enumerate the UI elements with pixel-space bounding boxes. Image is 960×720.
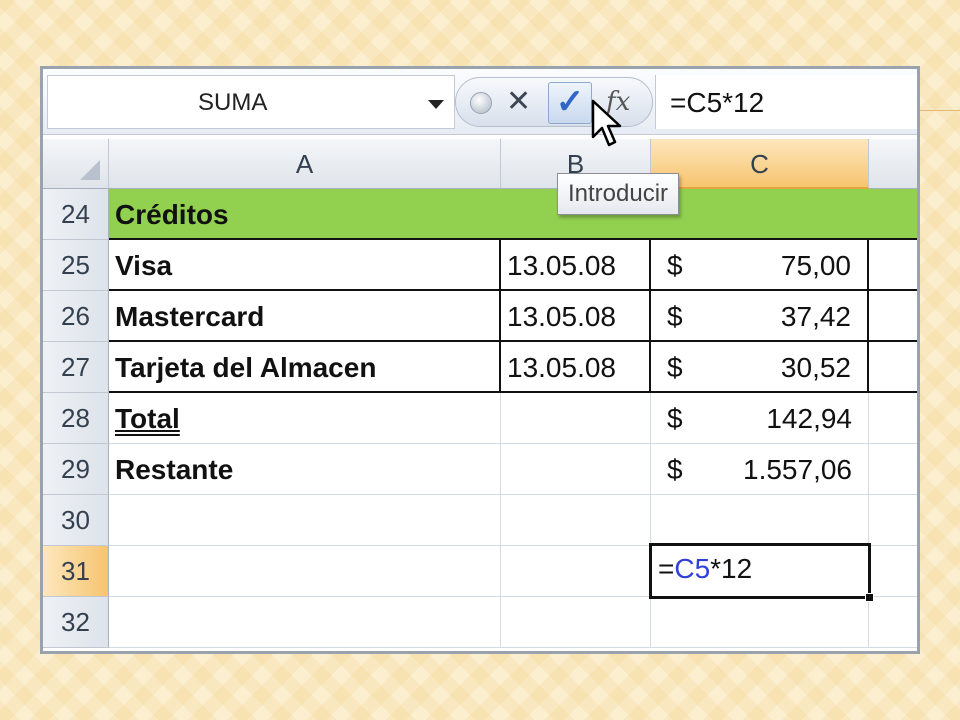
cell-c26[interactable]: $37,42 <box>651 291 869 342</box>
column-header-a[interactable]: A <box>109 139 501 189</box>
formula-bar: SUMA ✕ ✓ fx =C5*12 <box>43 69 917 135</box>
row-header-31[interactable]: 31 <box>43 546 109 597</box>
active-cell-c31[interactable]: =C5*12 <box>649 543 874 602</box>
active-cell-reference: C5 <box>674 553 711 584</box>
cell-b25[interactable]: 13.05.08 <box>501 240 651 291</box>
cell-b26[interactable]: 13.05.08 <box>501 291 651 342</box>
cell-a31[interactable] <box>109 546 501 597</box>
cell-a29[interactable]: Restante <box>109 444 501 495</box>
cell-c26-value: 37,42 <box>780 301 851 332</box>
row-header-26[interactable]: 26 <box>43 291 109 342</box>
cell-a25[interactable]: Visa <box>109 240 501 291</box>
currency-symbol: $ <box>667 352 683 383</box>
formula-buttons-group: ✕ ✓ fx <box>455 77 653 127</box>
cell-b27[interactable]: 13.05.08 <box>501 342 651 393</box>
cancel-button[interactable]: ✕ <box>506 84 531 120</box>
cell-a24[interactable]: Créditos <box>109 189 917 240</box>
cell-a28-text: Total <box>115 403 180 434</box>
row-header-27[interactable]: 27 <box>43 342 109 393</box>
cell-d28[interactable] <box>869 393 917 444</box>
chevron-down-icon[interactable] <box>428 100 444 109</box>
formula-input[interactable]: =C5*12 <box>655 75 917 129</box>
mouse-pointer-icon <box>591 99 622 147</box>
cell-c30[interactable] <box>651 495 869 546</box>
cell-c25-value: 75,00 <box>780 250 851 281</box>
cell-d27[interactable] <box>869 342 917 393</box>
cell-b29[interactable] <box>501 444 651 495</box>
cell-a27-text: Tarjeta del Almacen <box>115 352 377 383</box>
resize-handle-icon[interactable] <box>470 92 492 114</box>
cell-d30[interactable] <box>869 495 917 546</box>
active-cell-equals: = <box>658 553 675 584</box>
cell-b31[interactable] <box>501 546 651 597</box>
cell-a30[interactable] <box>109 495 501 546</box>
row-header-32[interactable]: 32 <box>43 597 109 648</box>
cell-d32[interactable] <box>869 597 917 648</box>
cell-a28[interactable]: Total <box>109 393 501 444</box>
select-all-icon <box>80 160 100 180</box>
cell-a24-text: Créditos <box>115 199 229 230</box>
cell-d26[interactable] <box>869 291 917 342</box>
cell-a26[interactable]: Mastercard <box>109 291 501 342</box>
cell-a27[interactable]: Tarjeta del Almacen <box>109 342 501 393</box>
cell-b27-text: 13.05.08 <box>507 352 616 383</box>
row-header-30[interactable]: 30 <box>43 495 109 546</box>
fill-handle[interactable] <box>865 593 874 602</box>
cell-c27-value: 30,52 <box>780 352 851 383</box>
cell-c32[interactable] <box>651 597 869 648</box>
slide-decoration-line <box>918 110 960 111</box>
cell-a29-text: Restante <box>115 454 234 485</box>
cell-b25-text: 13.05.08 <box>507 250 616 281</box>
name-box-value: SUMA <box>198 89 268 116</box>
cell-c29[interactable]: $1.557,06 <box>651 444 869 495</box>
currency-symbol: $ <box>667 301 683 332</box>
excel-window: SUMA ✕ ✓ fx =C5*12 A B C 24 Créditos 25 … <box>40 66 920 654</box>
cell-b28[interactable] <box>501 393 651 444</box>
cell-c25[interactable]: $75,00 <box>651 240 869 291</box>
formula-text: =C5*12 <box>670 87 765 118</box>
cell-c28[interactable]: $142,94 <box>651 393 869 444</box>
cell-b32[interactable] <box>501 597 651 648</box>
cell-a32[interactable] <box>109 597 501 648</box>
cell-d31[interactable] <box>869 546 917 597</box>
cell-c29-value: 1.557,06 <box>743 454 852 485</box>
cell-b26-text: 13.05.08 <box>507 301 616 332</box>
column-header-c[interactable]: C <box>651 139 869 189</box>
row-header-25[interactable]: 25 <box>43 240 109 291</box>
select-all-button[interactable] <box>43 139 109 189</box>
currency-symbol: $ <box>667 403 683 434</box>
cell-b30[interactable] <box>501 495 651 546</box>
cell-d29[interactable] <box>869 444 917 495</box>
row-header-29[interactable]: 29 <box>43 444 109 495</box>
row-header-24[interactable]: 24 <box>43 189 109 240</box>
enter-button[interactable]: ✓ <box>548 82 592 124</box>
cell-c27[interactable]: $30,52 <box>651 342 869 393</box>
enter-tooltip: Introducir <box>557 173 680 215</box>
name-box[interactable]: SUMA <box>47 75 455 129</box>
currency-symbol: $ <box>667 250 683 281</box>
currency-symbol: $ <box>667 454 683 485</box>
row-header-28[interactable]: 28 <box>43 393 109 444</box>
cell-c28-value: 142,94 <box>766 403 852 434</box>
cell-a25-text: Visa <box>115 250 173 281</box>
column-header-d[interactable] <box>869 139 917 189</box>
active-cell-suffix: *12 <box>710 553 753 584</box>
cell-d25[interactable] <box>869 240 917 291</box>
cell-a26-text: Mastercard <box>115 301 265 332</box>
